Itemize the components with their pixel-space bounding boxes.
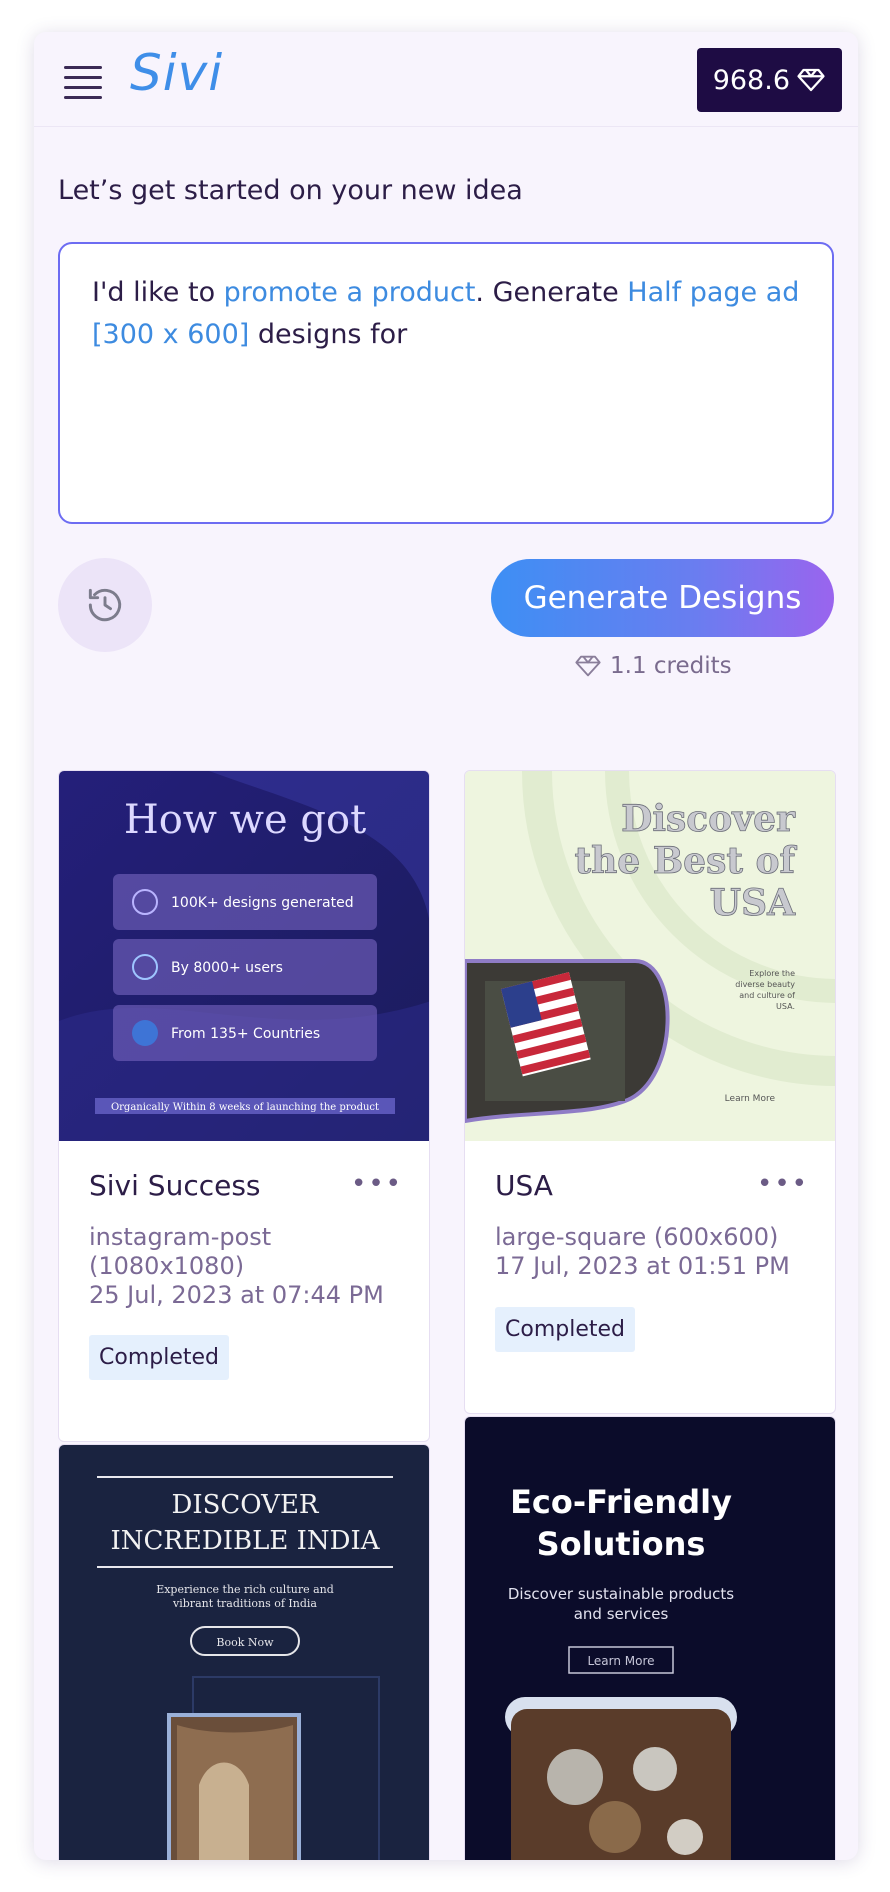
- diamond-icon: [575, 655, 601, 677]
- svg-text:USA: USA: [710, 882, 796, 924]
- svg-text:and services: and services: [574, 1605, 669, 1623]
- prompt-text-generate: . Generate: [475, 277, 628, 308]
- svg-text:DISCOVER: DISCOVER: [171, 1490, 319, 1520]
- design-card[interactable]: How we got 100K+ designs generated By 80…: [58, 770, 430, 1442]
- design-thumbnail[interactable]: Eco-Friendly Solutions Discover sustaina…: [465, 1417, 835, 1860]
- top-bar: Sivi 968.6: [34, 32, 858, 127]
- thumb-headline: How we got: [124, 797, 366, 843]
- svg-text:Explore the: Explore the: [749, 969, 795, 978]
- history-icon: [88, 588, 122, 622]
- svg-text:and culture of: and culture of: [739, 991, 795, 1000]
- credits-balance-badge[interactable]: 968.6: [696, 48, 842, 112]
- logo[interactable]: Sivi: [130, 44, 223, 102]
- svg-text:diverse beauty: diverse beauty: [735, 980, 795, 989]
- thumbnail-artwork: How we got 100K+ designs generated By 80…: [59, 771, 429, 1141]
- design-thumbnail[interactable]: How we got 100K+ designs generated By 80…: [59, 771, 429, 1141]
- svg-text:By 8000+ users: By 8000+ users: [171, 960, 283, 976]
- prompt-text-intro: I'd like to: [92, 277, 224, 308]
- svg-text:Experience the rich culture an: Experience the rich culture and: [156, 1583, 334, 1596]
- thumbnail-artwork: Discover the Best of USA Explore the div…: [465, 771, 835, 1141]
- svg-text:vibrant traditions of India: vibrant traditions of India: [172, 1597, 317, 1610]
- design-thumbnail[interactable]: DISCOVER INCREDIBLE INDIA Experience the…: [59, 1445, 429, 1860]
- svg-text:Discover: Discover: [621, 798, 796, 840]
- svg-text:Organically Within 8 weeks of: Organically Within 8 weeks of launching …: [111, 1102, 379, 1113]
- design-thumbnail[interactable]: Discover the Best of USA Explore the div…: [465, 771, 835, 1141]
- card-meta: large-square (600x600) 17 Jul, 2023 at 0…: [495, 1223, 815, 1281]
- generation-cost: 1.1 credits: [574, 652, 732, 680]
- card-format: large-square (600x600): [495, 1223, 779, 1251]
- svg-text:the Best of: the Best of: [575, 840, 798, 882]
- svg-text:Book Now: Book Now: [216, 1636, 274, 1649]
- card-title: Sivi Success: [89, 1169, 261, 1202]
- card-format: instagram-post (1080x1080): [89, 1223, 272, 1280]
- generate-designs-button[interactable]: Generate Designs: [491, 559, 834, 637]
- svg-text:USA.: USA.: [776, 1002, 795, 1011]
- svg-text:From 135+ Countries: From 135+ Countries: [171, 1026, 320, 1042]
- diamond-icon: [797, 68, 825, 92]
- menu-icon[interactable]: [64, 66, 102, 99]
- card-date: 25 Jul, 2023 at 07:44 PM: [89, 1281, 384, 1309]
- credits-balance-value: 968.6: [712, 64, 790, 96]
- more-options-icon[interactable]: •••: [757, 1169, 809, 1199]
- thumbnail-artwork: Eco-Friendly Solutions Discover sustaina…: [465, 1417, 835, 1860]
- history-button[interactable]: [58, 558, 152, 652]
- svg-text:INCREDIBLE INDIA: INCREDIBLE INDIA: [110, 1526, 380, 1556]
- thumbnail-artwork: DISCOVER INCREDIBLE INDIA Experience the…: [59, 1445, 429, 1860]
- design-card[interactable]: Eco-Friendly Solutions Discover sustaina…: [464, 1416, 836, 1860]
- goal-selector[interactable]: promote a product: [224, 277, 476, 308]
- status-badge: Completed: [89, 1335, 229, 1380]
- svg-text:Solutions: Solutions: [537, 1525, 706, 1563]
- svg-text:Learn More: Learn More: [725, 1094, 776, 1104]
- card-date: 17 Jul, 2023 at 01:51 PM: [495, 1252, 790, 1280]
- prompt-input[interactable]: I'd like to promote a product. Generate …: [58, 242, 834, 524]
- prompt-text-designs-for: designs for: [249, 319, 408, 350]
- more-options-icon[interactable]: •••: [351, 1169, 403, 1199]
- generation-cost-label: 1.1 credits: [610, 653, 732, 679]
- app-frame: Sivi 968.6 Let’s get started on your new…: [34, 32, 858, 1860]
- design-card[interactable]: DISCOVER INCREDIBLE INDIA Experience the…: [58, 1444, 430, 1860]
- svg-text:Eco-Friendly: Eco-Friendly: [510, 1483, 732, 1521]
- svg-text:Discover sustainable products: Discover sustainable products: [508, 1585, 734, 1603]
- svg-text:100K+ designs generated: 100K+ designs generated: [171, 895, 354, 911]
- card-meta: instagram-post (1080x1080) 25 Jul, 2023 …: [89, 1223, 409, 1310]
- card-title: USA: [495, 1169, 553, 1202]
- intro-heading: Let’s get started on your new idea: [58, 175, 523, 206]
- status-badge: Completed: [495, 1307, 635, 1352]
- svg-text:Learn More: Learn More: [587, 1654, 654, 1668]
- design-card[interactable]: Discover the Best of USA Explore the div…: [464, 770, 836, 1414]
